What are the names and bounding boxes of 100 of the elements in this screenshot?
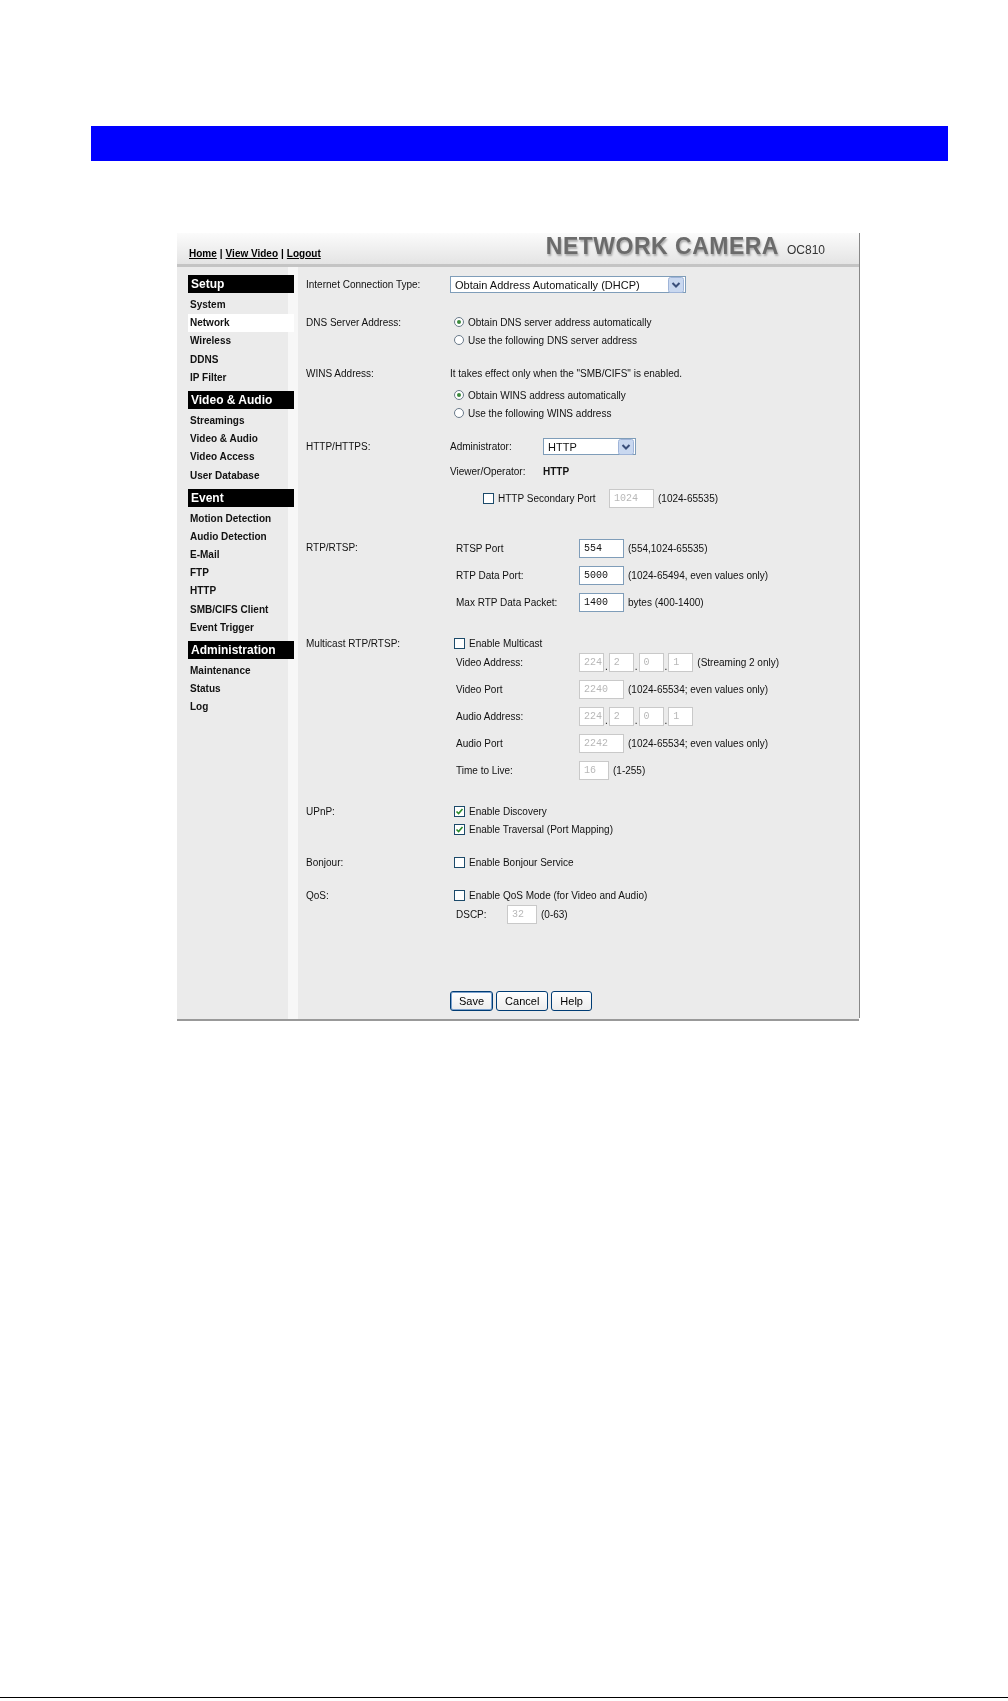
octet-separator: . xyxy=(664,715,668,726)
text-input: 1024 xyxy=(609,489,654,508)
field-label: Max RTP Data Packet: xyxy=(455,597,559,608)
hint-text: (1024-65494, even values only) xyxy=(628,570,769,581)
hint-text: (1024-65534; even values only) xyxy=(628,738,769,749)
dropdown-value: Obtain Address Automatically (DHCP) xyxy=(455,278,640,291)
sidebar-item[interactable]: Motion Detection xyxy=(188,509,294,528)
text-input: 2 xyxy=(608,653,634,672)
hint-text: (1-255) xyxy=(613,765,646,776)
checkbox[interactable] xyxy=(454,856,465,868)
text-input: 2242 xyxy=(579,734,624,753)
radio-button[interactable] xyxy=(454,317,464,327)
form-button[interactable]: Save xyxy=(450,991,494,1011)
nav-link[interactable]: View Video xyxy=(225,248,279,259)
sidebar-item[interactable]: DDNS xyxy=(188,350,294,369)
field-label: Video Port xyxy=(455,684,504,695)
field-label: Video Address: xyxy=(455,657,525,668)
field-label: DNS Server Address: xyxy=(306,316,403,330)
checkbox[interactable] xyxy=(454,823,465,835)
text-input[interactable]: 554 xyxy=(579,539,624,558)
sidebar-item[interactable]: Maintenance xyxy=(188,662,294,681)
sidebar-item[interactable]: SMB/CIFS Client xyxy=(188,600,294,619)
sidebar-item[interactable]: Audio Detection xyxy=(188,527,294,547)
sidebar-section-title: Video & Audio xyxy=(188,390,294,409)
sidebar-item[interactable]: Network xyxy=(188,314,294,333)
dropdown[interactable]: Obtain Address Automatically (DHCP) xyxy=(450,276,686,293)
field-value: HTTP xyxy=(543,465,570,477)
radio-label: Use the following WINS address xyxy=(468,407,612,419)
form-button[interactable]: Help xyxy=(551,991,592,1011)
sidebar-item[interactable]: FTP xyxy=(188,564,294,583)
text-input[interactable]: 5000 xyxy=(579,566,624,585)
hint-text: (Streaming 2 only) xyxy=(697,657,780,668)
sidebar-item[interactable]: Event Trigger xyxy=(188,618,294,637)
sidebar-item[interactable]: IP Filter xyxy=(188,368,294,387)
sidebar-item[interactable]: User Database xyxy=(188,466,294,485)
octet-separator: . xyxy=(605,715,608,726)
dropdown[interactable]: HTTP xyxy=(543,438,636,455)
field-label: WINS Address: xyxy=(306,367,375,381)
sidebar-item[interactable]: Streamings xyxy=(188,411,294,431)
field-label: Viewer/Operator: xyxy=(450,465,527,477)
hint-text: (1024-65534; even values only) xyxy=(628,684,769,695)
sidebar-item[interactable]: Video & Audio xyxy=(188,430,294,449)
field-label: DSCP: xyxy=(455,909,488,920)
field-label: RTP Data Port: xyxy=(455,570,525,581)
hint-text: (0-63) xyxy=(541,909,568,920)
radio-button[interactable] xyxy=(454,390,464,400)
link-separator: | xyxy=(281,248,284,259)
field-label: UPnP: xyxy=(306,805,336,819)
checkbox-label: Enable Traversal (Port Mapping) xyxy=(469,823,613,835)
field-label: RTP/RTSP: xyxy=(306,541,359,555)
checkbox-label: Enable QoS Mode (for Video and Audio) xyxy=(469,889,648,901)
hint-text: (554,1024-65535) xyxy=(628,543,708,554)
sidebar-item[interactable]: Log xyxy=(188,698,294,717)
text-input: 16 xyxy=(579,761,609,780)
hint-text: (1024-65535) xyxy=(658,493,719,504)
checkbox-label: Enable Multicast xyxy=(469,637,543,649)
sidebar-item[interactable]: Wireless xyxy=(188,332,294,351)
checkbox[interactable] xyxy=(454,637,465,649)
sidebar-section-title: Setup xyxy=(188,275,294,293)
text-input[interactable]: 1400 xyxy=(579,593,624,612)
checkbox[interactable] xyxy=(454,889,465,901)
brand-title: NETWORK CAMERA xyxy=(545,233,779,260)
checkbox[interactable] xyxy=(454,805,465,817)
link-separator: | xyxy=(219,248,223,259)
checkbox-label: Enable Discovery xyxy=(469,805,547,817)
field-label: HTTP/HTTPS: xyxy=(306,440,372,454)
radio-label: Obtain WINS address automatically xyxy=(468,389,626,401)
field-label: Multicast RTP/RTSP: xyxy=(306,637,402,651)
model-name: OC810 xyxy=(786,243,825,257)
sidebar-item[interactable]: Video Access xyxy=(188,448,294,467)
nav-link[interactable]: Home xyxy=(189,248,217,259)
sidebar-item[interactable]: HTTP xyxy=(188,582,294,601)
text-input: 224 xyxy=(579,653,604,672)
octet-separator: . xyxy=(605,661,608,672)
text-input: 32 xyxy=(507,905,537,924)
radio-button[interactable] xyxy=(454,335,464,345)
field-label: Audio Address: xyxy=(455,711,525,722)
radio-button[interactable] xyxy=(454,408,464,418)
field-label: Time to Live: xyxy=(455,765,514,776)
text-input: 1 xyxy=(668,707,694,726)
field-label: Administrator: xyxy=(450,441,513,452)
field-label: RTSP Port xyxy=(455,543,505,554)
octet-separator: . xyxy=(664,661,668,672)
text-input: 224 xyxy=(579,707,604,726)
info-note: It takes effect only when the "SMB/CIFS" is enabled. xyxy=(450,367,683,379)
text-input: 0 xyxy=(638,653,664,672)
octet-separator: . xyxy=(634,661,638,672)
octet-separator: . xyxy=(634,715,638,726)
sidebar-item[interactable]: Status xyxy=(188,680,294,699)
text-input: 2 xyxy=(608,707,634,726)
sidebar-item[interactable]: System xyxy=(188,296,294,315)
radio-label: Use the following DNS server address xyxy=(468,334,637,346)
field-label: Internet Connection Type: xyxy=(306,278,422,292)
form-button[interactable]: Cancel xyxy=(496,991,549,1011)
checkbox-label: HTTP Secondary Port xyxy=(498,493,597,504)
field-label: Audio Port xyxy=(455,738,504,749)
nav-link[interactable]: Logout xyxy=(286,248,321,259)
hint-text: bytes (400-1400) xyxy=(628,597,704,608)
sidebar-item[interactable]: E-Mail xyxy=(188,546,294,565)
text-input: 2240 xyxy=(579,680,624,699)
